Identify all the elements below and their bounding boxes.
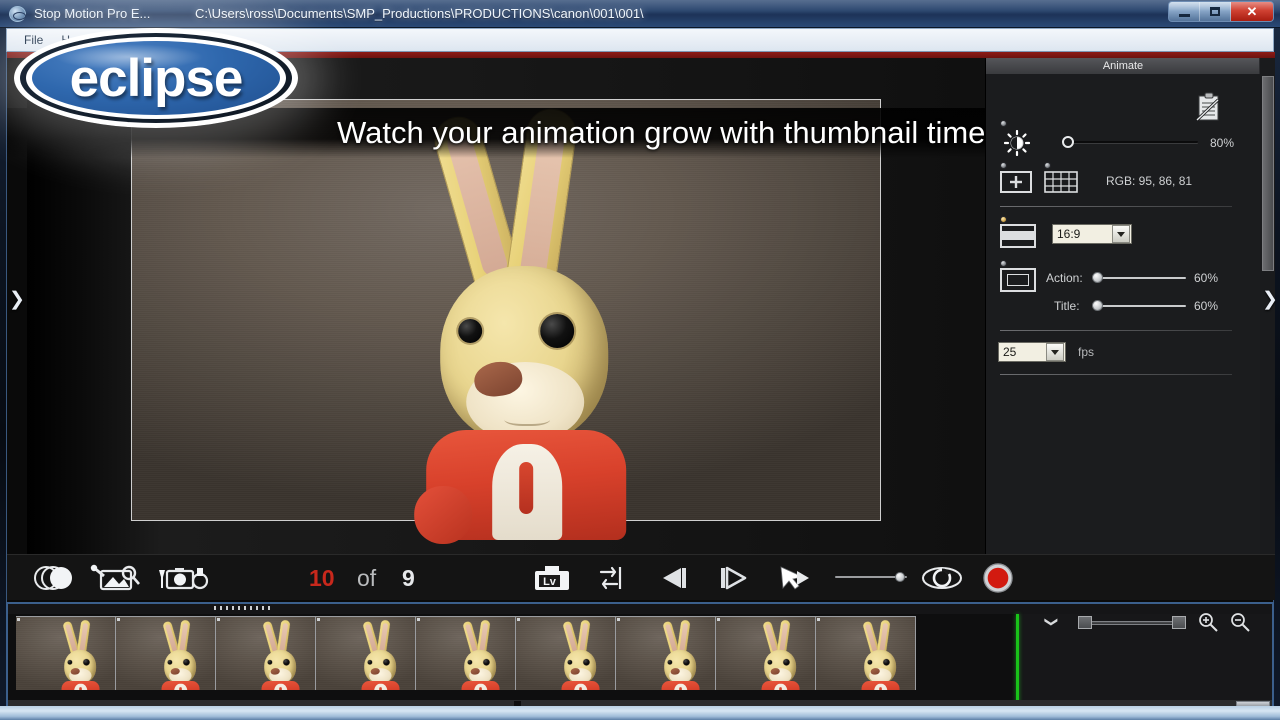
frame-thumbnail[interactable] — [616, 616, 716, 690]
frame-thumbnail[interactable] — [716, 616, 816, 690]
animate-dock-panel: Animate 80% RGB: 95, 86, 81 16:9 Action:… — [985, 58, 1275, 554]
dock-tab-animate[interactable]: Animate — [986, 58, 1260, 74]
puppet-mouth — [504, 410, 551, 426]
aspect-pin[interactable] — [1000, 216, 1007, 223]
brightness-slider-knob[interactable] — [1062, 136, 1074, 148]
app-root: Stop Motion Pro E... C:\Users\ross\Docum… — [0, 0, 1280, 720]
onion-eye-button[interactable] — [921, 563, 963, 593]
onion-skin-icon[interactable] — [33, 563, 81, 593]
toggle-live-capture-icon[interactable] — [595, 563, 627, 593]
frame-thumbnail[interactable] — [816, 616, 916, 690]
rgb-readout: RGB: 95, 86, 81 — [1106, 174, 1193, 188]
chevron-down-icon[interactable] — [1112, 225, 1130, 243]
play-pointer-button[interactable] — [775, 563, 815, 593]
zoom-in-icon[interactable] — [1198, 612, 1218, 632]
action-safe-slider-track[interactable] — [1098, 277, 1186, 279]
frame-thumbnail[interactable] — [516, 616, 616, 690]
action-safe-label: Action: — [1046, 271, 1083, 285]
add-overlay-icon[interactable] — [1000, 171, 1032, 193]
action-safe-slider-knob[interactable] — [1092, 272, 1103, 283]
puppet-bib — [492, 444, 563, 540]
live-video-frame[interactable] — [132, 100, 880, 544]
viewer-nav-right[interactable]: ❯ — [1262, 290, 1278, 309]
timeline-zoom-slider[interactable] — [1070, 616, 1190, 629]
brightness-slider-track[interactable] — [1068, 141, 1198, 143]
timeline-zoom-track — [1080, 621, 1180, 625]
capture-record-button[interactable] — [979, 563, 1017, 593]
puppet-subject — [354, 105, 684, 544]
next-frame-button[interactable] — [715, 563, 753, 593]
video-viewer[interactable]: Watch your animation grow with thumbnail… — [7, 58, 985, 554]
framerate-value: 25 — [1003, 345, 1017, 359]
title-safe-slider-track[interactable] — [1098, 305, 1186, 307]
timeline-zoom-handle-left[interactable] — [1078, 616, 1092, 629]
svg-text:Lv: Lv — [543, 576, 557, 588]
aspect-ratio-select[interactable]: 16:9 — [1052, 224, 1132, 244]
window-titlebar: Stop Motion Pro E... C:\Users\ross\Docum… — [0, 0, 1280, 28]
playback-speed-slider-knob[interactable] — [895, 572, 905, 582]
minimize-icon — [1178, 13, 1190, 17]
aspect-ratio-value: 16:9 — [1057, 227, 1081, 241]
safe-area-icon[interactable] — [1000, 268, 1036, 292]
zoom-out-icon[interactable] — [1230, 612, 1250, 632]
frame-thumbnail[interactable] — [316, 616, 416, 690]
maximize-button[interactable] — [1200, 2, 1231, 21]
title-safe-slider-knob[interactable] — [1092, 300, 1103, 311]
puppet-arm — [414, 486, 473, 544]
grid-pin[interactable] — [1044, 162, 1051, 169]
timeline-header — [8, 604, 1272, 614]
total-frames-number: 9 — [402, 565, 415, 591]
window-controls: ✕ — [1168, 1, 1274, 22]
window-title-path: C:\Users\ross\Documents\SMP_Productions\… — [195, 6, 644, 21]
puppet-eye-right — [540, 314, 575, 348]
aspect-ratio-icon[interactable] — [1000, 224, 1036, 248]
chevron-down-icon[interactable]: ❯ — [1043, 617, 1059, 628]
framerate-unit-label: fps — [1078, 345, 1095, 359]
image-review-icon[interactable] — [89, 563, 143, 593]
overlay-pin[interactable] — [1000, 162, 1007, 169]
window-title: Stop Motion Pro E... — [34, 6, 151, 21]
dock-divider-2 — [1000, 330, 1232, 331]
chevron-down-icon[interactable] — [1046, 343, 1064, 361]
logo-wordmark: eclipse — [69, 48, 244, 108]
viewer-nav-left[interactable]: ❯ — [9, 290, 25, 309]
frame-thumbnail[interactable] — [116, 616, 216, 690]
frame-thumbnail[interactable] — [416, 616, 516, 690]
live-view-button[interactable]: Lv — [531, 563, 573, 593]
puppet-eye-left — [458, 319, 483, 343]
prev-frame-button[interactable] — [657, 563, 695, 593]
timeline-resize-grip[interactable] — [214, 606, 274, 610]
grid-icon[interactable] — [1044, 171, 1078, 193]
dock-content: 80% RGB: 95, 86, 81 16:9 Action: 60% Tit… — [986, 74, 1260, 554]
brightness-icon[interactable] — [1004, 130, 1030, 156]
clipboard-icon[interactable] — [1196, 92, 1222, 122]
dock-divider-3 — [1000, 374, 1232, 375]
desktop-glow — [0, 706, 1280, 720]
maximize-icon — [1210, 7, 1220, 16]
application-body: Watch your animation grow with thumbnail… — [6, 52, 1275, 602]
playback-control-bar: 10 of 9 Lv — [7, 554, 1275, 600]
safe-area-pin[interactable] — [1000, 260, 1007, 267]
timeline-strip[interactable] — [8, 614, 1016, 710]
title-safe-value: 60% — [1194, 299, 1219, 313]
current-frame-number: 10 — [309, 565, 335, 591]
brightness-pin[interactable] — [1000, 120, 1007, 127]
title-safe-label: Title: — [1054, 299, 1080, 313]
minimize-button[interactable] — [1169, 2, 1200, 21]
brightness-value: 80% — [1210, 136, 1235, 150]
framerate-select[interactable]: 25 — [998, 342, 1066, 362]
eclipse-logo: eclipse — [14, 28, 298, 128]
frame-thumbnail[interactable] — [16, 616, 116, 690]
dock-scrollbar-thumb[interactable] — [1262, 76, 1274, 271]
timeline-zoom-handle-right[interactable] — [1172, 616, 1186, 629]
frame-thumbnail[interactable] — [216, 616, 316, 690]
close-button[interactable]: ✕ — [1231, 2, 1273, 21]
frame-of-label: of — [357, 565, 377, 591]
playhead[interactable] — [1016, 614, 1019, 704]
action-safe-value: 60% — [1194, 271, 1219, 285]
dock-divider-1 — [1000, 206, 1232, 207]
capture-setup-icon[interactable] — [153, 563, 209, 593]
app-icon — [9, 6, 26, 22]
